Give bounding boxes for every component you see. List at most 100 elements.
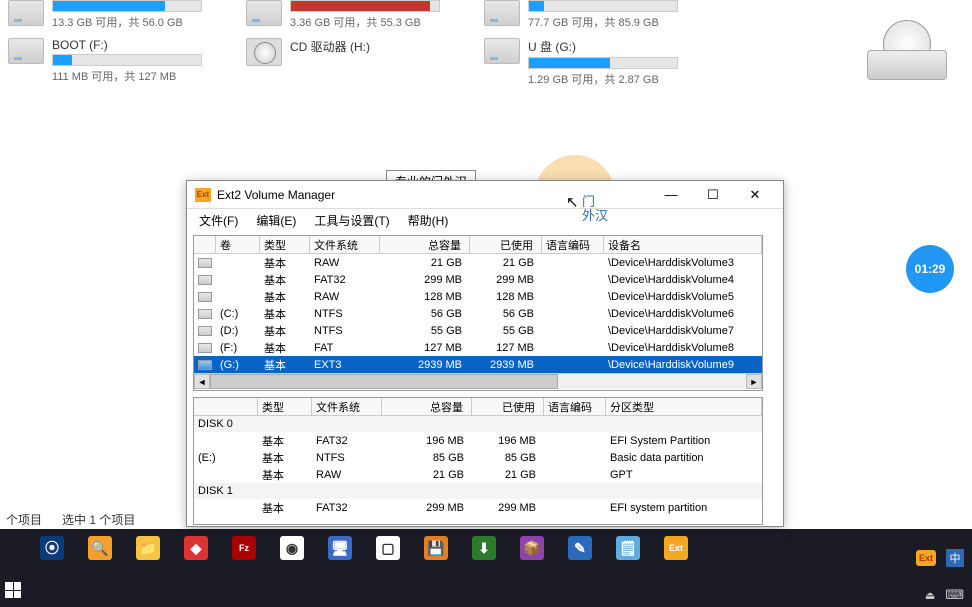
disk-group-label: DISK 0	[194, 416, 762, 432]
drive-item[interactable]: CD 驱动器 (H:)	[246, 38, 456, 87]
taskbar-kvm-icon[interactable]: 🖥	[326, 534, 354, 562]
taskbar-writer-icon[interactable]: ✎	[566, 534, 594, 562]
column-header[interactable]	[194, 236, 216, 253]
volume-icon	[198, 343, 212, 353]
hdd-drive-icon	[246, 0, 282, 26]
scroll-right-arrow[interactable]: ►	[746, 374, 762, 389]
menu-item[interactable]: 工具与设置(T)	[306, 210, 397, 231]
taskbar-explorer-icon[interactable]: 📁	[134, 534, 162, 562]
volume-icon	[198, 360, 212, 370]
table-row[interactable]: 基本 RAW 21 GB 21 GB \Device\HarddiskVolum…	[194, 254, 762, 271]
large-drive-icon	[867, 25, 947, 80]
tray-usb-icon[interactable]: ⏏	[925, 589, 935, 602]
column-header[interactable]: 类型	[260, 236, 310, 253]
scroll-thumb[interactable]	[210, 374, 558, 389]
column-header[interactable]: 文件系统	[310, 236, 380, 253]
table-row[interactable]: (F:) 基本 FAT 127 MB 127 MB \Device\Harddi…	[194, 339, 762, 356]
drive-capacity-bar	[52, 54, 202, 66]
drive-info: 1.29 GB 可用，共 2.87 GB	[528, 71, 694, 87]
hdd-drive-icon	[8, 38, 44, 64]
column-header[interactable]: 总容量	[380, 236, 470, 253]
hdd-drive-icon	[8, 0, 44, 26]
drive-item[interactable]: U 盘 (G:) 1.29 GB 可用，共 2.87 GB	[484, 38, 694, 87]
drive-item[interactable]: 77.7 GB 可用，共 85.9 GB	[484, 0, 694, 30]
desktop-drives: 13.3 GB 可用，共 56.0 GB 3.36 GB 可用，共 55.3 G…	[0, 0, 972, 95]
partition-list[interactable]: 类型文件系统总容量已使用语言编码分区类型 DISK 0 基本 FAT32 196…	[193, 397, 763, 525]
taskbar-filezilla-icon[interactable]: Fz	[230, 534, 258, 562]
table-row[interactable]: (C:) 基本 NTFS 56 GB 56 GB \Device\Harddis…	[194, 305, 762, 322]
taskbar: ⦿ 🔍 📁 ◆ Fz ◉ 🖥 ▢ 💾 ⬇ 📦 ✎ 🗒 Ext Ext 中 ⏏ ⌨	[0, 529, 972, 607]
column-header[interactable]: 已使用	[472, 398, 544, 415]
table-row[interactable]: (G:) 基本 EXT3 2939 MB 2939 MB \Device\Har…	[194, 356, 762, 373]
drive-info: 13.3 GB 可用，共 56.0 GB	[52, 14, 218, 30]
cursor-label: 门外汉	[582, 195, 608, 223]
windows-logo-icon	[5, 582, 21, 598]
minimize-button[interactable]: —	[651, 183, 691, 207]
ext2-window: Ext Ext2 Volume Manager — ☐ ✕ 文件(F)编辑(E)…	[186, 180, 784, 527]
tray-keyboard-icon[interactable]: ⌨	[945, 587, 964, 603]
taskbar-ext2-icon[interactable]: Ext	[662, 534, 690, 562]
cd-drive-icon	[246, 38, 282, 66]
clock-badge[interactable]: 01:29	[906, 245, 954, 293]
hdd-drive-icon	[484, 38, 520, 64]
start-button[interactable]	[2, 579, 24, 601]
tray-ext2-icon[interactable]: Ext	[916, 550, 936, 566]
status-item-count: 个项目	[6, 511, 42, 528]
tray-ime-badge[interactable]: 中	[946, 549, 964, 567]
explorer-statusbar: 个项目 选中 1 个项目	[0, 511, 135, 528]
volume-icon	[198, 258, 212, 268]
drive-item[interactable]: 3.36 GB 可用，共 55.3 GB	[246, 0, 456, 30]
drive-info: 3.36 GB 可用，共 55.3 GB	[290, 14, 456, 30]
table-row[interactable]: (E:) 基本 NTFS 85 GB 85 GB Basic data part…	[194, 449, 762, 466]
menu-item[interactable]: 编辑(E)	[248, 210, 304, 231]
table-row[interactable]: (D:) 基本 NTFS 55 GB 55 GB \Device\Harddis…	[194, 322, 762, 339]
menu-item[interactable]: 文件(F)	[191, 210, 246, 231]
drive-capacity-bar	[528, 0, 678, 12]
taskbar-chrome-icon[interactable]: ◉	[278, 534, 306, 562]
column-header[interactable]: 语言编码	[544, 398, 606, 415]
taskbar-page-icon[interactable]: ▢	[374, 534, 402, 562]
scroll-left-arrow[interactable]: ◄	[194, 374, 210, 389]
taskbar-idm-icon[interactable]: ⬇	[470, 534, 498, 562]
volume-icon	[198, 275, 212, 285]
menubar: 文件(F)编辑(E)工具与设置(T)帮助(H)	[187, 209, 783, 231]
column-header[interactable]: 类型	[258, 398, 312, 415]
cursor-icon: ↖	[566, 193, 579, 211]
disk-group-label: DISK 1	[194, 483, 762, 499]
volume-icon	[198, 326, 212, 336]
table-row[interactable]: 基本 FAT32 299 MB 299 MB \Device\HarddiskV…	[194, 271, 762, 288]
column-header[interactable]: 语言编码	[542, 236, 604, 253]
table-row[interactable]: 基本 FAT32 196 MB 196 MB EFI System Partit…	[194, 432, 762, 449]
drive-info: 111 MB 可用，共 127 MB	[52, 68, 218, 84]
column-header[interactable]: 已使用	[470, 236, 542, 253]
table-row[interactable]: 基本 FAT32 299 MB 299 MB EFI system partit…	[194, 499, 762, 516]
column-header[interactable]: 文件系统	[312, 398, 382, 415]
volume-list[interactable]: 卷类型文件系统总容量已使用语言编码设备名 基本 RAW 21 GB 21 GB …	[193, 235, 763, 391]
taskbar-search-icon[interactable]: 🔍	[86, 534, 114, 562]
drive-name: U 盘 (G:)	[528, 38, 694, 55]
horizontal-scrollbar[interactable]: ◄ ►	[194, 373, 762, 389]
taskbar-diskgenius-icon[interactable]: 💾	[422, 534, 450, 562]
taskbar-record-icon[interactable]: ⦿	[38, 534, 66, 562]
volume-icon	[198, 309, 212, 319]
column-header[interactable]: 设备名	[604, 236, 762, 253]
taskbar-notepad-icon[interactable]: 🗒	[614, 534, 642, 562]
drive-name: CD 驱动器 (H:)	[290, 38, 456, 55]
table-row[interactable]: 基本 RAW 21 GB 21 GB GPT	[194, 466, 762, 483]
column-header[interactable]	[194, 398, 258, 415]
drive-item[interactable]: 13.3 GB 可用，共 56.0 GB	[8, 0, 218, 30]
titlebar[interactable]: Ext Ext2 Volume Manager — ☐ ✕	[187, 181, 783, 209]
column-header[interactable]: 卷	[216, 236, 260, 253]
hdd-drive-icon	[484, 0, 520, 26]
taskbar-winrar-icon[interactable]: 📦	[518, 534, 546, 562]
drive-name: BOOT (F:)	[52, 38, 218, 52]
taskbar-diamond-icon[interactable]: ◆	[182, 534, 210, 562]
column-header[interactable]: 分区类型	[606, 398, 762, 415]
close-button[interactable]: ✕	[735, 183, 775, 207]
drive-item[interactable]: BOOT (F:) 111 MB 可用，共 127 MB	[8, 38, 218, 87]
table-row[interactable]: 基本 RAW 128 MB 128 MB \Device\HarddiskVol…	[194, 288, 762, 305]
maximize-button[interactable]: ☐	[693, 183, 733, 207]
drive-capacity-bar	[290, 0, 440, 12]
menu-item[interactable]: 帮助(H)	[400, 210, 457, 231]
column-header[interactable]: 总容量	[382, 398, 472, 415]
